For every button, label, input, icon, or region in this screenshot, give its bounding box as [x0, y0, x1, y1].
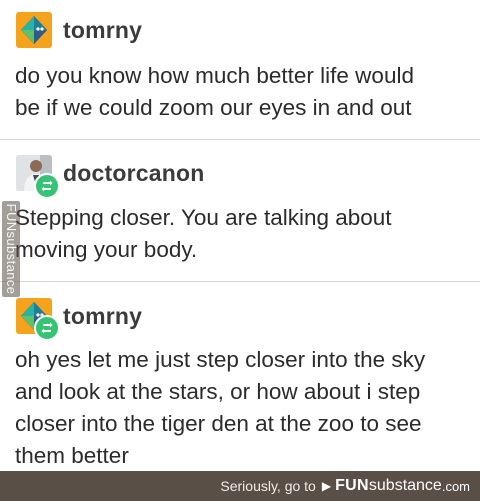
post-text: oh yes let me just step closer into the … [15, 344, 475, 472]
footer-brand-substance[interactable]: substance [369, 477, 442, 495]
post-header: tomrny [16, 12, 142, 48]
reblog-badge [34, 173, 60, 199]
text-line: closer into the tiger den at the zoo to … [15, 411, 422, 436]
footer-brand-com[interactable]: .com [442, 479, 470, 494]
text-line: Stepping closer. You are talking about [15, 205, 392, 230]
play-arrow-icon: ▶ [321, 479, 332, 493]
post-text: Stepping closer. You are talking about m… [15, 202, 475, 266]
octahedron-logo-icon [21, 16, 47, 44]
funsubstance-watermark: FUNsubstance [2, 201, 20, 297]
text-line: them better [15, 443, 129, 468]
avatar-tomrny[interactable] [16, 12, 52, 48]
username[interactable]: tomrny [63, 303, 142, 330]
tumblr-thread-screenshot: tomrny do you know how much better life … [0, 0, 480, 501]
text-line: be if we could zoom our eyes in and out [15, 95, 412, 120]
footer-brand-fun[interactable]: FUN [335, 477, 369, 495]
text-line: do you know how much better life would [15, 63, 414, 88]
reblog-icon [41, 180, 53, 192]
footer-caption: Seriously, go to [220, 478, 316, 494]
post-text: do you know how much better life would b… [15, 60, 475, 124]
text-line: and look at the stars, or how about i st… [15, 379, 421, 404]
post-divider [0, 281, 480, 282]
reblog-badge [34, 315, 60, 341]
reblog-icon [41, 322, 53, 334]
text-line: oh yes let me just step closer into the … [15, 347, 426, 372]
text-line: moving your body. [15, 237, 198, 262]
username[interactable]: doctorcanon [63, 160, 204, 187]
funsubstance-footer[interactable]: Seriously, go to ▶ FUN substance .com [0, 471, 480, 501]
post-divider [0, 139, 480, 140]
username[interactable]: tomrny [63, 17, 142, 44]
